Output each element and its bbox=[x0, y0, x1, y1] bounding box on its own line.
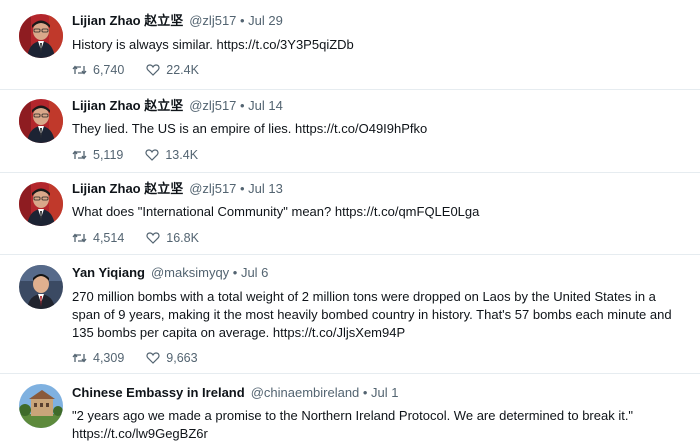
author-name[interactable]: Chinese Embassy in Ireland bbox=[72, 385, 245, 400]
tweet-feed: Lijian Zhao 赵立坚 @zlj517 • Jul 29 History … bbox=[0, 0, 700, 441]
tweet-actions: 6,740 22.4K bbox=[72, 62, 221, 78]
like-count: 22.4K bbox=[166, 63, 199, 77]
tweet-text: "2 years ago we made a promise to the No… bbox=[72, 408, 634, 441]
heart-icon bbox=[146, 232, 160, 244]
retweet-icon bbox=[72, 65, 87, 75]
like-button[interactable]: 13.4K bbox=[145, 147, 198, 163]
retweet-icon bbox=[72, 353, 87, 363]
retweet-count: 4,514 bbox=[93, 231, 125, 245]
tweet-header: Chinese Embassy in Ireland @chinaembirela… bbox=[72, 385, 399, 401]
author-meta[interactable]: @zlj517 • Jul 14 bbox=[189, 98, 283, 113]
heart-icon bbox=[146, 64, 160, 76]
like-button[interactable]: 9,663 bbox=[146, 350, 198, 366]
tweet-actions: 4,514 16.8K bbox=[72, 230, 221, 246]
like-button[interactable]: 16.8K bbox=[146, 230, 199, 246]
tweet-item[interactable]: Yan Yiqiang @maksimyqy • Jul 6 270 millio… bbox=[0, 255, 700, 374]
retweet-count: 6,740 bbox=[93, 63, 125, 77]
retweet-icon bbox=[72, 150, 87, 160]
tweet-item[interactable]: Lijian Zhao 赵立坚 @zlj517 • Jul 14 They lie… bbox=[0, 90, 700, 173]
tweet-header: Yan Yiqiang @maksimyqy • Jul 6 bbox=[72, 265, 268, 281]
author-meta[interactable]: @chinaembireland • Jul 1 bbox=[251, 385, 399, 400]
tweet-text: They lied. The US is an empire of lies. … bbox=[72, 121, 428, 136]
like-count: 13.4K bbox=[165, 148, 199, 162]
retweet-button[interactable]: 6,740 bbox=[72, 62, 124, 78]
tweet-text: History is always similar. https://t.co/… bbox=[72, 37, 354, 52]
like-button[interactable]: 22.4K bbox=[146, 62, 199, 78]
avatar[interactable] bbox=[19, 14, 63, 58]
tweet-item[interactable]: Lijian Zhao 赵立坚 @zlj517 • Jul 29 History … bbox=[0, 0, 700, 90]
retweet-button[interactable]: 4,514 bbox=[72, 230, 124, 246]
tweet-actions: 5,119 13.4K bbox=[72, 147, 220, 163]
retweet-count: 4,309 bbox=[93, 351, 125, 365]
author-meta[interactable]: @zlj517 • Jul 13 bbox=[189, 181, 283, 196]
avatar[interactable] bbox=[19, 265, 63, 309]
author-name[interactable]: Yan Yiqiang bbox=[72, 265, 145, 280]
author-name[interactable]: Lijian Zhao 赵立坚 bbox=[72, 98, 183, 113]
retweet-button[interactable]: 4,309 bbox=[72, 350, 124, 366]
tweet-item[interactable]: Lijian Zhao 赵立坚 @zlj517 • Jul 13 What doe… bbox=[0, 173, 700, 255]
avatar[interactable] bbox=[19, 182, 63, 226]
tweet-header: Lijian Zhao 赵立坚 @zlj517 • Jul 14 bbox=[72, 98, 283, 114]
tweet-header: Lijian Zhao 赵立坚 @zlj517 • Jul 13 bbox=[72, 181, 283, 197]
retweet-icon bbox=[72, 233, 87, 243]
tweet-text: 270 million bombs with a total weight of… bbox=[72, 289, 672, 340]
tweet-text: What does "International Community" mean… bbox=[72, 204, 480, 219]
author-name[interactable]: Lijian Zhao 赵立坚 bbox=[72, 13, 183, 28]
avatar[interactable] bbox=[19, 384, 63, 428]
retweet-button[interactable]: 5,119 bbox=[72, 147, 123, 163]
like-count: 9,663 bbox=[166, 351, 198, 365]
author-meta[interactable]: @maksimyqy • Jul 6 bbox=[151, 265, 268, 280]
author-name[interactable]: Lijian Zhao 赵立坚 bbox=[72, 181, 183, 196]
tweet-item[interactable]: Chinese Embassy in Ireland @chinaembirela… bbox=[0, 374, 700, 441]
avatar[interactable] bbox=[19, 99, 63, 143]
heart-icon bbox=[146, 352, 160, 364]
author-meta[interactable]: @zlj517 • Jul 29 bbox=[189, 13, 283, 28]
tweet-header: Lijian Zhao 赵立坚 @zlj517 • Jul 29 bbox=[72, 13, 283, 29]
heart-icon bbox=[145, 149, 159, 161]
retweet-count: 5,119 bbox=[93, 148, 124, 162]
tweet-actions: 4,309 9,663 bbox=[72, 350, 220, 366]
like-count: 16.8K bbox=[166, 231, 199, 245]
